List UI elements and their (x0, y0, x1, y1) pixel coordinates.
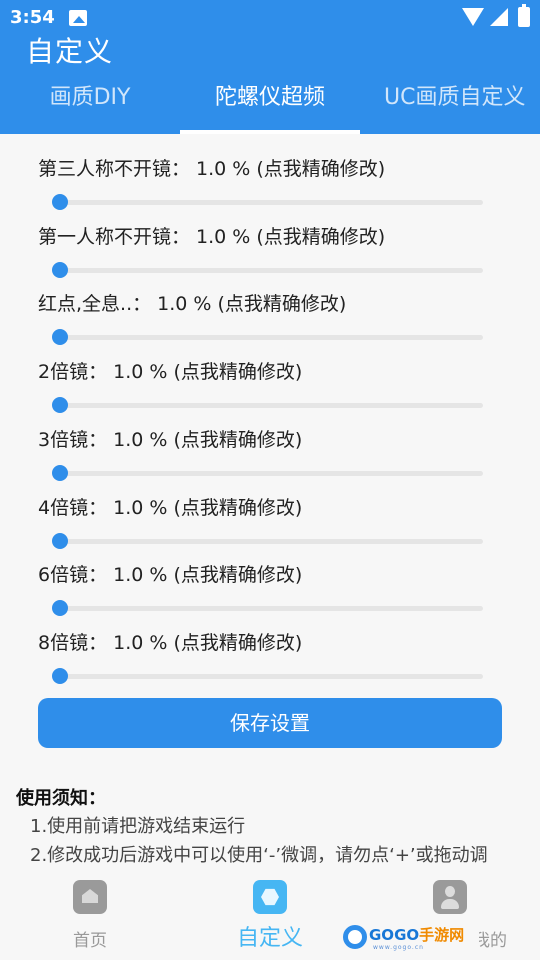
setting-label[interactable]: 红点,全息..： 1.0 % (点我精确修改) (38, 289, 346, 316)
slider-thumb[interactable] (52, 668, 68, 684)
setting-label[interactable]: 2倍镜： 1.0 % (点我精确修改) (38, 357, 302, 384)
battery-charging-icon (518, 4, 530, 27)
setting-first-person-no-scope: 第一人称不开镜： 1.0 % (点我精确修改) (0, 202, 540, 278)
hexagon-icon (253, 880, 287, 914)
nav-label: 首页 (73, 931, 107, 951)
watermark-brand: GOGO手游网 (369, 924, 464, 945)
setting-3x-scope: 3倍镜： 1.0 % (点我精确修改) (0, 405, 540, 481)
watermark-logo-icon (343, 925, 367, 949)
setting-8x-scope: 8倍镜： 1.0 % (点我精确修改) (0, 608, 540, 684)
setting-label[interactable]: 第一人称不开镜： 1.0 % (点我精确修改) (38, 222, 385, 249)
nav-item-custom[interactable]: 自定义 (180, 870, 360, 960)
tab-quality-diy[interactable]: 画质DIY (0, 72, 180, 134)
setting-label[interactable]: 3倍镜： 1.0 % (点我精确修改) (38, 425, 302, 452)
nav-item-home[interactable]: 首页 (0, 870, 180, 960)
tab-gyroscope-overclock[interactable]: 陀螺仪超频 (180, 72, 360, 134)
setting-third-person-no-scope: 第三人称不开镜： 1.0 % (点我精确修改) (0, 134, 540, 210)
notice-line: 2.修改成功后游戏中可以使用‘-’微调，请勿点‘+’或拖动调 (30, 845, 488, 866)
image-notification-icon (69, 10, 87, 26)
setting-label[interactable]: 6倍镜： 1.0 % (点我精确修改) (38, 560, 302, 587)
setting-label[interactable]: 8倍镜： 1.0 % (点我精确修改) (38, 628, 302, 655)
notice-title: 使用须知： (16, 788, 106, 809)
tab-bar: 画质DIY 陀螺仪超频 UC画质自定义 (0, 72, 540, 134)
watermark: GOGO手游网 www.gogo.cn (343, 921, 479, 951)
watermark-brand-b: 手游网 (419, 926, 465, 944)
cell-signal-icon (490, 8, 508, 26)
nav-label: 自定义 (236, 926, 303, 951)
wifi-icon (462, 8, 484, 26)
watermark-brand-a: GOGO (369, 926, 420, 944)
setting-6x-scope: 6倍镜： 1.0 % (点我精确修改) (0, 540, 540, 616)
tab-uc-quality-custom[interactable]: UC画质自定义 (360, 72, 540, 134)
setting-2x-scope: 2倍镜： 1.0 % (点我精确修改) (0, 337, 540, 413)
setting-4x-scope: 4倍镜： 1.0 % (点我精确修改) (0, 473, 540, 549)
page-title: 自定义 (26, 35, 114, 68)
slider-track[interactable] (60, 674, 483, 679)
status-time: 3:54 (10, 7, 55, 28)
app-header: 3:54 自定义 画质DIY 陀螺仪超频 UC画质自定义 (0, 0, 540, 134)
setting-label[interactable]: 4倍镜： 1.0 % (点我精确修改) (38, 493, 302, 520)
home-icon (73, 880, 107, 914)
watermark-url: www.gogo.cn (373, 944, 424, 951)
save-settings-button[interactable]: 保存设置 (38, 698, 502, 748)
setting-red-dot-holo: 红点,全息..： 1.0 % (点我精确修改) (0, 269, 540, 345)
setting-label[interactable]: 第三人称不开镜： 1.0 % (点我精确修改) (38, 154, 385, 181)
user-icon (433, 880, 467, 914)
notice-line: 1.使用前请把游戏结束运行 (30, 816, 246, 837)
